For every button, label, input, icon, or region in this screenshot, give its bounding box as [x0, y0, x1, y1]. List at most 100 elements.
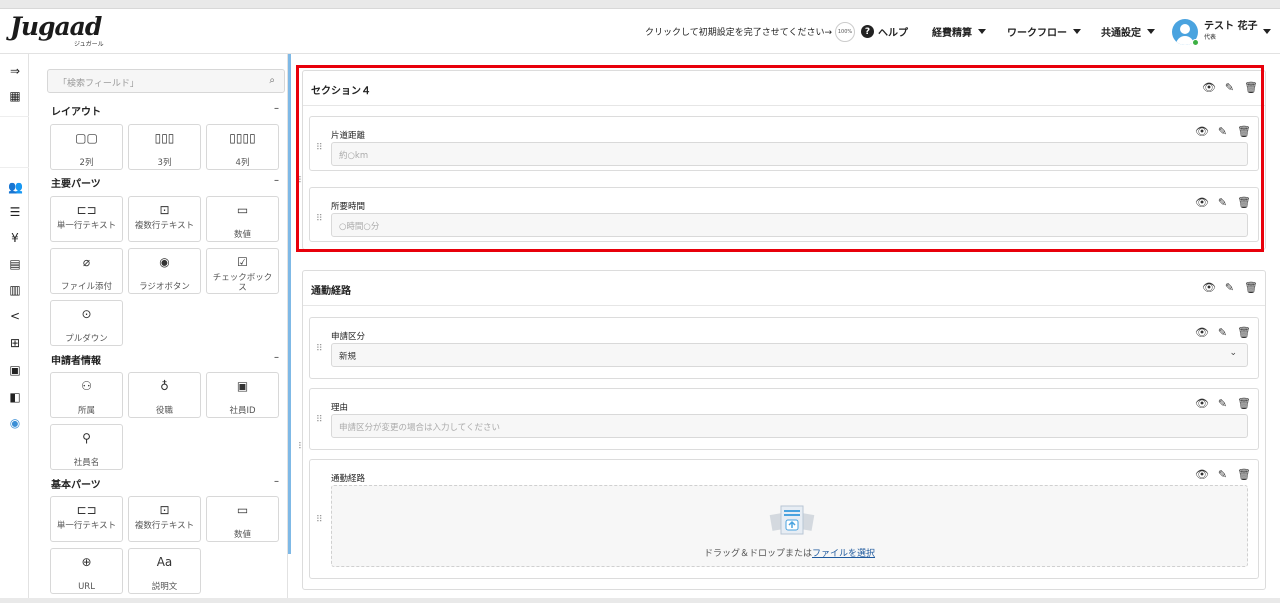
select-file-link[interactable]: ファイルを選択 — [812, 549, 875, 559]
share-icon[interactable]: < — [8, 309, 22, 323]
trash-icon[interactable]: 🗑 — [1237, 397, 1251, 410]
tile-number-basic[interactable]: ▭ 数値 — [206, 496, 279, 542]
multi-line-text-icon: ⊡ — [159, 503, 170, 517]
menu-common-settings[interactable]: 共通設定 — [1101, 9, 1155, 54]
category-main-parts[interactable]: 主要パーツ – — [51, 175, 279, 191]
tile-2-columns[interactable]: ▢▢ 2列 — [50, 124, 123, 170]
tile-description[interactable]: Aa 説明文 — [128, 548, 201, 594]
category-title: 主要パーツ — [51, 179, 101, 190]
pencil-icon[interactable]: ✎ — [1223, 81, 1236, 94]
tile-radio-button[interactable]: ◉ ラジオボタン — [128, 248, 201, 294]
pencil-icon[interactable]: ✎ — [1223, 281, 1236, 294]
category-basic-parts[interactable]: 基本パーツ – — [51, 476, 279, 492]
tile-label: 役職 — [155, 406, 173, 416]
eye-icon[interactable]: 👁 — [1195, 125, 1209, 138]
eye-icon[interactable]: 👁 — [1195, 468, 1209, 481]
file-dropzone[interactable]: ドラッグ＆ドロップまたはファイルを選択 — [331, 485, 1248, 567]
pencil-icon[interactable]: ✎ — [1216, 196, 1229, 209]
eye-icon[interactable]: 👁 — [1202, 81, 1216, 94]
trash-icon[interactable]: 🗑 — [1244, 81, 1258, 94]
tile-department[interactable]: ⚇ 所属 — [50, 372, 123, 418]
list-icon[interactable]: ☰ — [8, 205, 22, 219]
tile-position[interactable]: ♁ 役職 — [128, 372, 201, 418]
field-one-way-distance[interactable]: ⠿ 片道距離 👁 ✎ 🗑 約○km — [309, 116, 1259, 171]
app-logo[interactable]: Jugaad — [10, 13, 102, 41]
menu-workflow[interactable]: ワークフロー — [1007, 9, 1081, 54]
tile-employee-name[interactable]: ⚲ 社員名 — [50, 424, 123, 470]
trash-icon[interactable]: 🗑 — [1237, 468, 1251, 481]
menu-expense[interactable]: 経費精算 — [932, 9, 986, 54]
reason-input[interactable]: 申請区分が変更の場合は入力してください — [331, 414, 1248, 438]
tile-3-columns[interactable]: ▯▯▯ 3列 — [128, 124, 201, 170]
application-type-select[interactable]: 新規 ⌄ — [331, 343, 1248, 367]
collapse-minus-icon[interactable]: – — [274, 352, 279, 363]
eye-icon[interactable]: 👁 — [1195, 196, 1209, 209]
setup-progress-link[interactable]: クリックして初期設定を完了させてください→ 100% — [645, 9, 856, 54]
document-icon[interactable]: ▤ — [8, 257, 22, 271]
tile-single-line-text[interactable]: ⊏⊐ 単一行テキスト — [50, 196, 123, 242]
tile-4-columns[interactable]: ▯▯▯▯ 4列 — [206, 124, 279, 170]
file-dollar-icon[interactable]: ▣ — [8, 363, 22, 377]
drag-grip-icon[interactable]: ⠿ — [316, 344, 323, 354]
distance-input[interactable]: 約○km — [331, 142, 1248, 166]
trash-icon[interactable]: 🗑 — [1237, 196, 1251, 209]
single-line-text-icon: ⊏⊐ — [76, 203, 97, 217]
chevron-down-icon: ⌄ — [1229, 348, 1237, 358]
tile-checkbox[interactable]: ☑ チェックボックス — [206, 248, 279, 294]
help-menu[interactable]: ? ヘルプ — [861, 9, 908, 54]
building-icon[interactable]: ▦ — [8, 89, 22, 103]
eye-icon[interactable]: 👁 — [1202, 281, 1216, 294]
pencil-icon[interactable]: ✎ — [1216, 326, 1229, 339]
user-menu[interactable]: テスト 花子 代表 — [1172, 9, 1272, 54]
search-input[interactable]: 「検索フィールド」 ⌕ — [47, 69, 285, 93]
trash-icon[interactable]: 🗑 — [1237, 125, 1251, 138]
drag-grip-icon[interactable]: ⠿ — [316, 214, 323, 224]
tile-number[interactable]: ▭ 数値 — [206, 196, 279, 242]
receipt-icon[interactable]: ▥ — [8, 283, 22, 297]
field-travel-time[interactable]: ⠿ 所要時間 👁 ✎ 🗑 ○時間○分 — [309, 187, 1259, 242]
drag-grip-icon[interactable]: ⠿ — [316, 515, 323, 525]
category-layout[interactable]: レイアウト – — [51, 103, 279, 119]
field-commute-route-upload[interactable]: ⠿ 通勤経路 👁 ✎ 🗑 ドラッグ＆ドロップまたはファイルを選択 — [309, 459, 1259, 579]
eye-icon[interactable]: 👁 — [1195, 397, 1209, 410]
palette-scrollbar[interactable] — [288, 54, 291, 554]
travel-time-input[interactable]: ○時間○分 — [331, 213, 1248, 237]
tile-label: チェックボックス — [212, 273, 273, 293]
collapse-minus-icon[interactable]: – — [274, 103, 279, 114]
eye-icon[interactable]: 👁 — [1195, 326, 1209, 339]
collapse-sidebar-icon[interactable]: ⇒ — [8, 64, 22, 78]
drag-grip-icon[interactable]: ⠿ — [316, 415, 323, 425]
setup-percent-badge: 100% — [835, 21, 856, 42]
tile-url[interactable]: ⊕ URL — [50, 548, 123, 594]
tile-single-line-text-basic[interactable]: ⊏⊐ 単一行テキスト — [50, 496, 123, 542]
tile-dropdown[interactable]: ⊙ プルダウン — [50, 300, 123, 346]
trash-icon[interactable]: 🗑 — [1244, 281, 1258, 294]
tile-file-attachment[interactable]: ⌀ ファイル添付 — [50, 248, 123, 294]
field-application-type[interactable]: ⠿ 申請区分 👁 ✎ 🗑 新規 ⌄ — [309, 317, 1259, 379]
globe-active-icon[interactable]: ◉ — [8, 416, 22, 430]
section-commute-route[interactable]: 通勤経路 👁 ✎ 🗑 ⠿ 申請区分 👁 ✎ 🗑 新規 ⌄ ⠿ 理由 👁 ✎ 🗑 申請区分が — [302, 270, 1266, 590]
drag-grip-icon[interactable]: ⠿ — [316, 143, 323, 153]
section-divider — [303, 305, 1265, 306]
category-applicant-info[interactable]: 申請者情報 – — [51, 352, 279, 368]
trash-icon[interactable]: 🗑 — [1237, 326, 1251, 339]
tile-multi-line-text[interactable]: ⊡ 複数行テキスト — [128, 196, 201, 242]
yen-icon[interactable]: ¥ — [8, 231, 22, 245]
section-4[interactable]: セクション４ 👁 ✎ 🗑 ⠿ 片道距離 👁 ✎ 🗑 約○km ⠿ 所要時間 👁 ✎ 🗑 — [302, 70, 1266, 250]
collapse-minus-icon[interactable]: – — [274, 175, 279, 186]
dropdown-icon: ⊙ — [81, 307, 92, 321]
grid-table-icon[interactable]: ⊞ — [8, 336, 22, 350]
field-actions: 👁 ✎ 🗑 — [1195, 468, 1251, 481]
caret-down-icon — [1147, 29, 1155, 34]
tile-employee-id[interactable]: ▣ 社員ID — [206, 372, 279, 418]
tile-multi-line-text-basic[interactable]: ⊡ 複数行テキスト — [128, 496, 201, 542]
users-icon[interactable]: 👥 — [8, 180, 23, 194]
employee-name-icon: ⚲ — [82, 431, 91, 445]
book-icon[interactable]: ◧ — [8, 390, 22, 404]
pencil-icon[interactable]: ✎ — [1216, 125, 1229, 138]
pencil-icon[interactable]: ✎ — [1216, 468, 1229, 481]
collapse-minus-icon[interactable]: – — [274, 476, 279, 487]
pencil-icon[interactable]: ✎ — [1216, 397, 1229, 410]
field-reason[interactable]: ⠿ 理由 👁 ✎ 🗑 申請区分が変更の場合は入力してください — [309, 388, 1259, 450]
section-actions: 👁 ✎ 🗑 — [1202, 81, 1258, 94]
